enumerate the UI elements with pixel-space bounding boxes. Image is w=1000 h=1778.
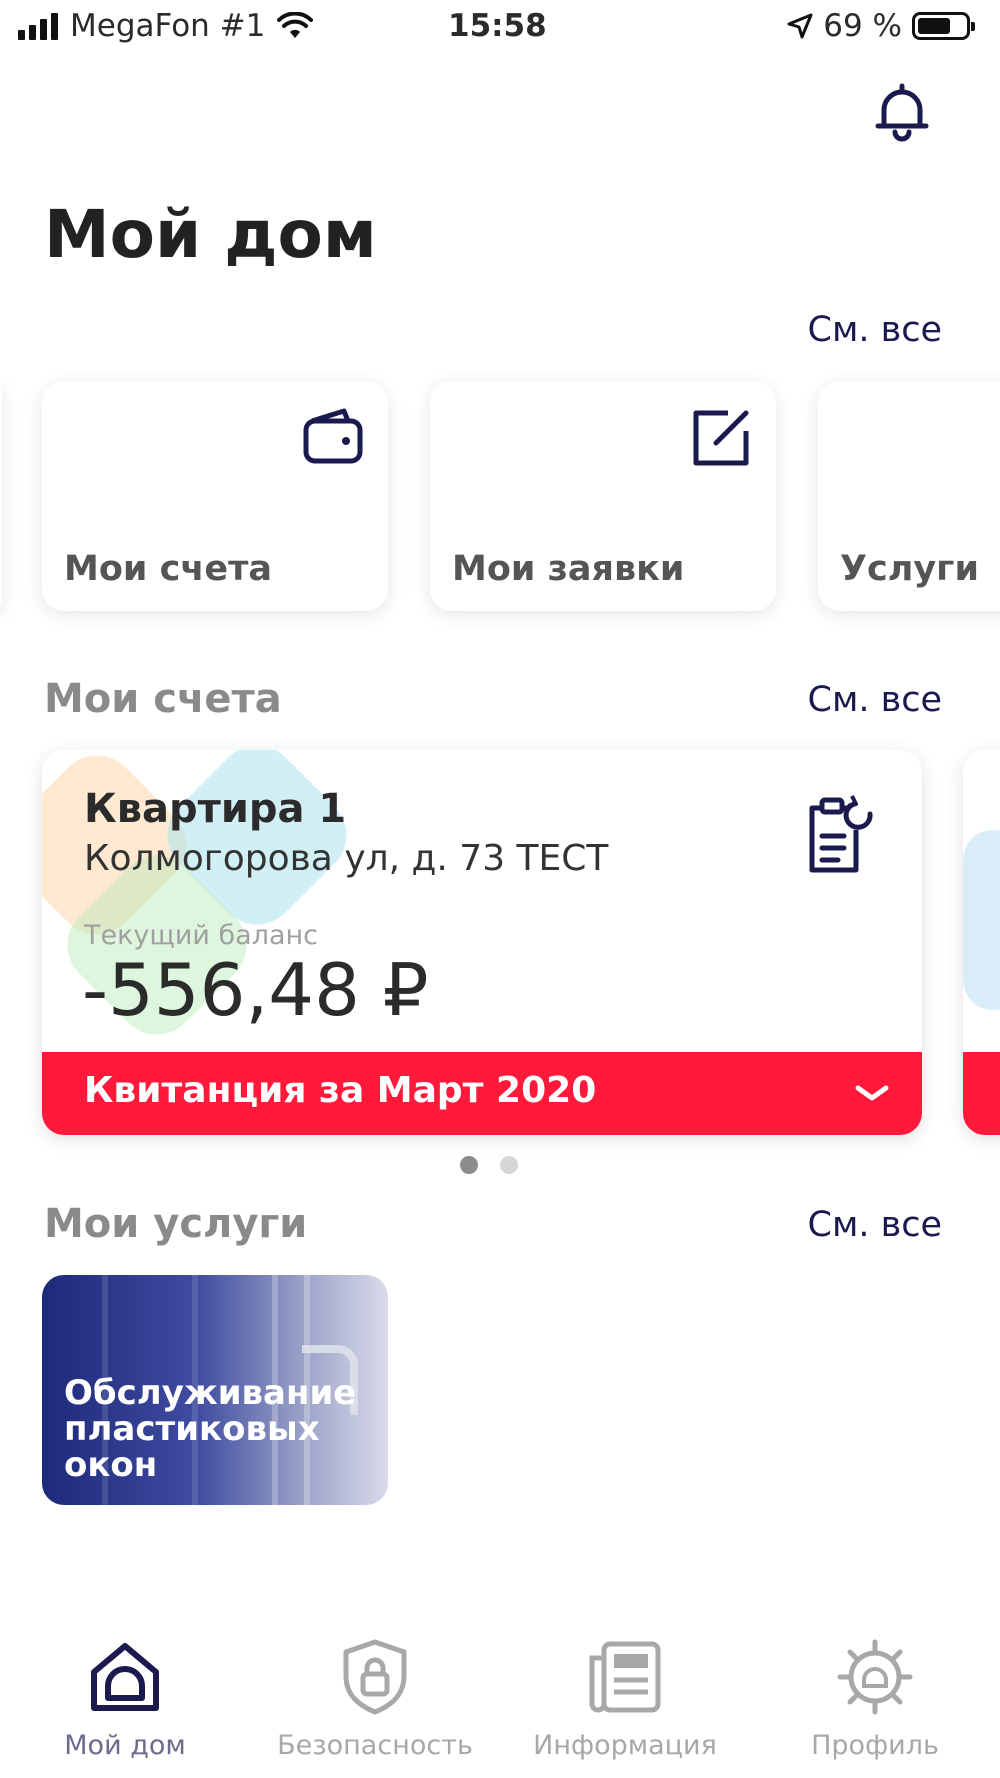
battery-icon [912, 12, 975, 40]
tab-profile[interactable]: Профиль [750, 1620, 1000, 1778]
receipt-label: Квитанция за Март 2020 [84, 1070, 597, 1111]
pager-dots [460, 1156, 518, 1174]
chevron-down-icon[interactable] [852, 1078, 892, 1108]
tab-label: Мой дом [64, 1730, 186, 1761]
document-refresh-icon[interactable] [804, 790, 876, 876]
service-tile[interactable]: Обслуживание пластиковых окон [42, 1275, 388, 1505]
tab-info[interactable]: Информация [500, 1620, 750, 1778]
carrier-name: MegaFon #1 [70, 8, 266, 44]
quick-tile-requests[interactable]: Мои заявки [430, 381, 776, 611]
account-card[interactable]: Квартира 1 Колмогорова ул, д. 73 ТЕСТ Те… [42, 750, 922, 1135]
service-tile-label: Обслуживание пластиковых окон [64, 1373, 357, 1485]
quick-tile-label: Мои заявки [452, 549, 685, 589]
quick-tile-label: Услуги [840, 549, 979, 589]
quick-links-see-all-link[interactable]: См. все [808, 310, 943, 350]
bell-icon[interactable] [874, 82, 930, 142]
shield-lock-icon [343, 1639, 407, 1715]
accounts-section-title: Мои счета [44, 676, 282, 722]
account-card-next[interactable] [963, 750, 1000, 1135]
edit-note-icon [693, 410, 749, 466]
wifi-icon [277, 12, 314, 38]
tab-label: Профиль [811, 1730, 939, 1761]
profile-gear-icon [837, 1639, 913, 1715]
accounts-see-all-link[interactable]: См. все [808, 680, 943, 720]
balance-label: Текущий баланс [84, 920, 318, 951]
tab-label: Информация [533, 1730, 717, 1761]
screen: MegaFon #1 15:58 69 % Мой дом См. все Мо… [0, 0, 1000, 1778]
tab-home[interactable]: Мой дом [0, 1620, 250, 1778]
page-title: Мой дом [44, 196, 377, 273]
battery-percent: 69 % [823, 8, 902, 44]
pager-dot[interactable] [460, 1156, 478, 1174]
status-bar: MegaFon #1 15:58 69 % [0, 0, 1000, 56]
services-see-all-link[interactable]: См. все [808, 1205, 943, 1245]
services-section-title: Мои услуги [44, 1201, 308, 1247]
account-name: Квартира 1 [84, 786, 347, 832]
tab-security[interactable]: Безопасность [250, 1620, 500, 1778]
tab-label: Безопасность [277, 1730, 473, 1761]
status-time: 15:58 [448, 8, 547, 44]
newspaper-icon [589, 1641, 661, 1713]
pager-dot[interactable] [500, 1156, 518, 1174]
receipt-bar[interactable]: Квитанция за Март 2020 [42, 1052, 922, 1135]
quick-tile-services[interactable]: Услуги [818, 381, 1000, 611]
balance-value: -556,48 ₽ [82, 948, 429, 1032]
quick-tile-label: Мои счета [64, 549, 273, 589]
location-arrow-icon [787, 13, 813, 39]
signal-icon [18, 12, 58, 40]
quick-tile-bills[interactable]: Мои счета [42, 381, 388, 611]
account-address: Колмогорова ул, д. 73 ТЕСТ [84, 838, 609, 879]
wallet-icon [303, 408, 363, 464]
home-icon [91, 1643, 159, 1711]
tab-bar: Мой дом Безопасность Информация Профиль [0, 1620, 1000, 1778]
quick-tile-previous[interactable] [0, 381, 2, 611]
